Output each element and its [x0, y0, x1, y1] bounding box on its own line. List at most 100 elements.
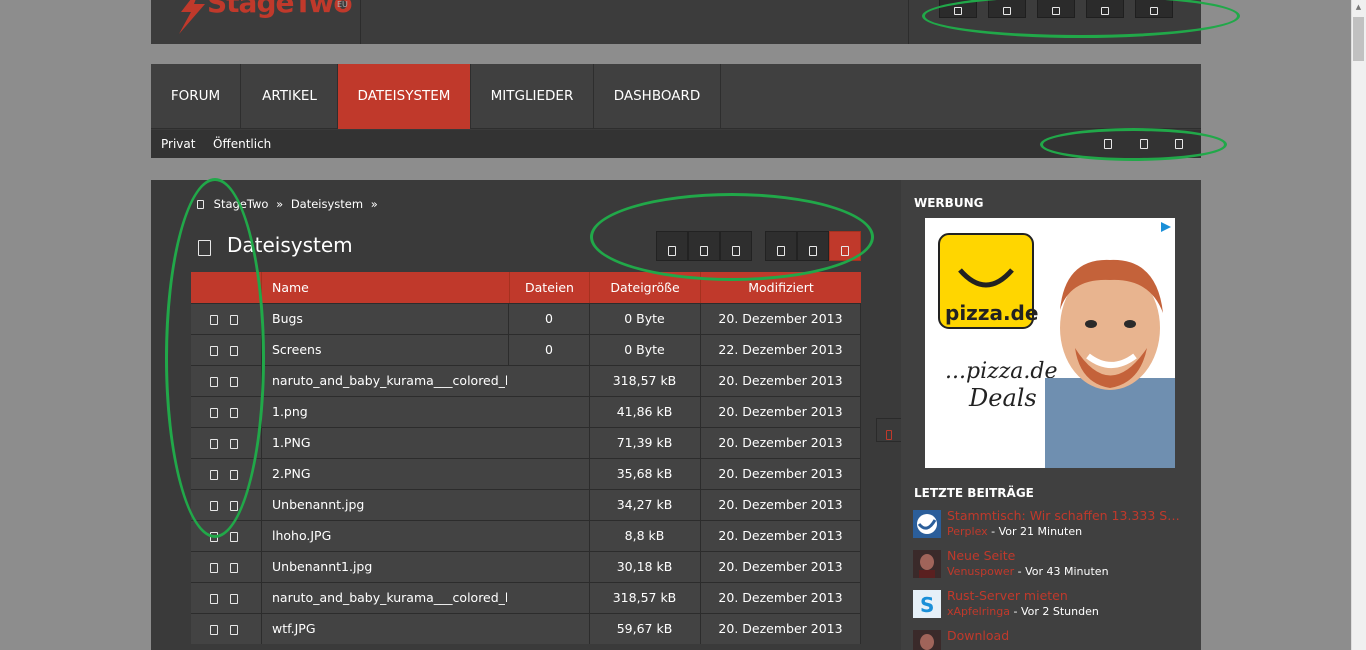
- column-header-dateigroesse[interactable]: Dateigröße: [589, 272, 700, 303]
- column-header-name[interactable]: Name: [261, 272, 509, 303]
- breadcrumb-item-dateisystem[interactable]: Dateisystem: [291, 197, 363, 211]
- file-icon: [230, 470, 238, 480]
- file-name[interactable]: naruto_and_baby_kurama___colored_by_ah..…: [272, 366, 507, 396]
- avatar[interactable]: S: [913, 590, 941, 618]
- column-header-dateien[interactable]: Dateien: [509, 272, 589, 303]
- table-row[interactable]: Unbenannt.jpg 34,27 kB 20. Dezember 2013: [191, 489, 861, 520]
- upload-file-button[interactable]: [656, 231, 688, 261]
- file-name[interactable]: Bugs: [272, 304, 507, 334]
- logo-text: StageTwo: [207, 0, 353, 19]
- subnav-item-oeffentlich[interactable]: Öffentlich: [213, 130, 271, 158]
- file-name[interactable]: Unbenannt1.jpg: [272, 552, 507, 582]
- list-button[interactable]: [1086, 0, 1124, 18]
- table-header: Name Dateien Dateigröße Modifiziert: [191, 272, 861, 303]
- checkbox-icon[interactable]: [210, 377, 218, 387]
- detail-icon: [841, 246, 849, 256]
- checkbox-icon[interactable]: [210, 470, 218, 480]
- ad-tagline-2: Deals: [968, 384, 1037, 412]
- checkbox-icon[interactable]: [210, 315, 218, 325]
- site-logo[interactable]: StageTwo EU: [151, 0, 361, 44]
- notifications-button[interactable]: [1037, 0, 1075, 18]
- view-list-button[interactable]: [797, 231, 829, 261]
- upload-icon: [668, 246, 676, 256]
- main-navigation: FORUM ARTIKEL DATEISYSTEM MITGLIEDER DAS…: [151, 64, 1201, 158]
- file-name[interactable]: naruto_and_baby_kurama___colored_by_ah..…: [272, 583, 507, 613]
- ad-tagline-1: ...pizza.de: [945, 359, 1058, 384]
- file-icon: [230, 377, 238, 387]
- file-name[interactable]: Screens: [272, 335, 507, 365]
- modified-date: 20. Dezember 2013: [718, 590, 843, 605]
- file-icon: [230, 501, 238, 511]
- modified-date: 20. Dezember 2013: [718, 466, 843, 481]
- view-grid-button[interactable]: [765, 231, 797, 261]
- table-row[interactable]: Screens 0 0 Byte 22. Dezember 2013: [191, 334, 861, 365]
- checkbox-icon[interactable]: [210, 439, 218, 449]
- avatar[interactable]: [913, 550, 941, 578]
- avatar[interactable]: [913, 630, 941, 650]
- table-row[interactable]: naruto_and_baby_kurama___colored_by_ah..…: [191, 365, 861, 396]
- post-author[interactable]: xApfelringa: [947, 605, 1010, 618]
- post-time: Vor 43 Minuten: [1025, 565, 1109, 578]
- checkbox-icon[interactable]: [210, 563, 218, 573]
- scrollbar-thumb[interactable]: [1353, 17, 1364, 61]
- file-name[interactable]: wtf.JPG: [272, 614, 507, 644]
- file-name[interactable]: lhoho.JPG: [272, 521, 507, 551]
- nav-item-artikel[interactable]: ARTIKEL: [242, 64, 338, 129]
- post-title[interactable]: Rust-Server mieten: [947, 588, 1187, 603]
- file-name[interactable]: Unbenannt.jpg: [272, 490, 507, 520]
- file-icon: [230, 408, 238, 418]
- user-menu-button[interactable]: [939, 0, 977, 18]
- nav-item-forum[interactable]: FORUM: [151, 64, 241, 129]
- download-button[interactable]: [720, 231, 752, 261]
- column-header-modifiziert[interactable]: Modifiziert: [700, 272, 861, 303]
- messages-button[interactable]: [988, 0, 1026, 18]
- scroll-up-icon[interactable]: ▲: [1353, 3, 1364, 13]
- file-name[interactable]: 1.PNG: [272, 428, 507, 458]
- page-scrollbar[interactable]: [1351, 0, 1366, 650]
- checkbox-icon[interactable]: [210, 346, 218, 356]
- list-item[interactable]: Stammtisch: Wir schaffen 13.333 Seiten P…: [913, 508, 1193, 550]
- table-row[interactable]: 1.PNG 71,39 kB 20. Dezember 2013: [191, 427, 861, 458]
- table-row[interactable]: Bugs 0 0 Byte 20. Dezember 2013: [191, 303, 861, 334]
- settings-icon[interactable]: [1175, 139, 1183, 149]
- site-header: StageTwo EU: [151, 0, 1201, 44]
- subnav-item-privat[interactable]: Privat: [161, 130, 195, 158]
- mail-icon: [1003, 7, 1011, 15]
- file-name[interactable]: 2.PNG: [272, 459, 507, 489]
- table-row[interactable]: naruto_and_baby_kurama___colored_by_ah..…: [191, 582, 861, 613]
- checkbox-icon[interactable]: [210, 625, 218, 635]
- avatar[interactable]: [913, 510, 941, 538]
- checkbox-icon[interactable]: [210, 532, 218, 542]
- nav-item-mitglieder[interactable]: MITGLIEDER: [471, 64, 594, 129]
- checkbox-icon[interactable]: [210, 501, 218, 511]
- table-row[interactable]: 2.PNG 35,68 kB 20. Dezember 2013: [191, 458, 861, 489]
- post-title[interactable]: Stammtisch: Wir schaffen 13.333 Seiten: [947, 508, 1187, 523]
- list-item[interactable]: S Rust-Server mieten xApfelringa - Vor 2…: [913, 588, 1193, 630]
- search-button[interactable]: [1135, 0, 1173, 18]
- view-detail-button[interactable]: [829, 231, 861, 261]
- sidebar-toggle-button[interactable]: [876, 418, 901, 442]
- rss-icon[interactable]: [1104, 139, 1112, 149]
- bell-icon: [1052, 7, 1060, 15]
- new-folder-button[interactable]: [688, 231, 720, 261]
- post-title[interactable]: Neue Seite: [947, 548, 1187, 563]
- list-item[interactable]: Download: [913, 628, 1193, 650]
- checkbox-icon[interactable]: [210, 408, 218, 418]
- table-row[interactable]: wtf.JPG 59,67 kB 20. Dezember 2013: [191, 613, 861, 644]
- post-author[interactable]: Perplex: [947, 525, 988, 538]
- file-name[interactable]: 1.png: [272, 397, 507, 427]
- table-row[interactable]: lhoho.JPG 8,8 kB 20. Dezember 2013: [191, 520, 861, 551]
- nav-item-dateisystem[interactable]: DATEISYSTEM: [338, 64, 471, 129]
- breadcrumb-item-stagetwo[interactable]: StageTwo: [214, 197, 269, 211]
- table-row[interactable]: Unbenannt1.jpg 30,18 kB 20. Dezember 2013: [191, 551, 861, 582]
- post-title[interactable]: Download: [947, 628, 1187, 643]
- grid-icon: [777, 246, 785, 256]
- list-item[interactable]: Neue Seite Venuspower - Vor 43 Minuten: [913, 548, 1193, 590]
- mail-icon[interactable]: [1140, 139, 1148, 149]
- post-author[interactable]: Venuspower: [947, 565, 1014, 578]
- checkbox-icon[interactable]: [210, 594, 218, 604]
- table-row[interactable]: 1.png 41,86 kB 20. Dezember 2013: [191, 396, 861, 427]
- nav-item-dashboard[interactable]: DASHBOARD: [594, 64, 721, 129]
- advertisement[interactable]: pizza.de ...pizza.de Deals: [925, 218, 1175, 468]
- breadcrumb: StageTwo » Dateisystem »: [197, 197, 378, 211]
